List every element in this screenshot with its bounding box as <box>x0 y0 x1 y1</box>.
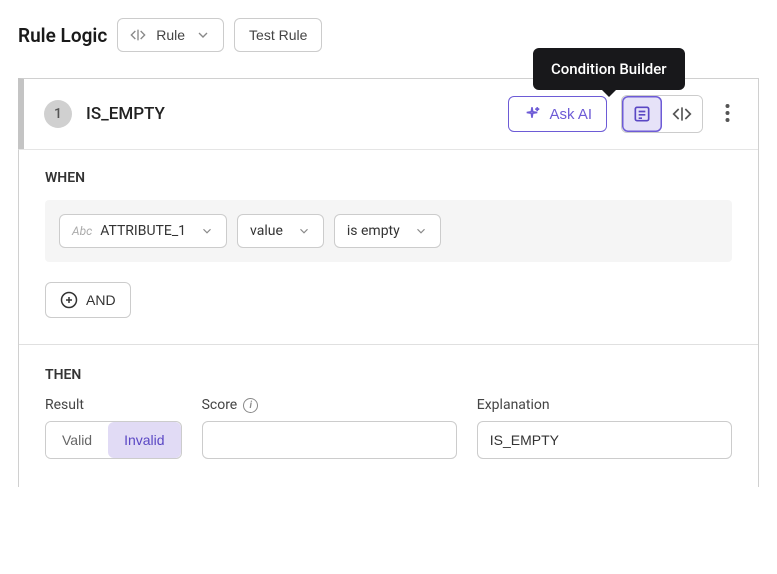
score-label-wrap: Score i <box>202 397 457 413</box>
chevron-down-icon <box>297 224 311 238</box>
rule-logic-label: Rule Logic <box>18 24 107 47</box>
attribute-value: ATTRIBUTE_1 <box>100 223 186 239</box>
value-type-label: value <box>250 223 283 239</box>
then-label: THEN <box>45 367 732 383</box>
rule-card: 1 IS_EMPTY Ask AI WHEN Ab <box>18 78 759 487</box>
result-label: Result <box>45 397 182 413</box>
condition-builder-button[interactable] <box>622 96 662 132</box>
builder-icon <box>632 104 652 124</box>
abc-type-icon: Abc <box>72 224 92 238</box>
explanation-label: Explanation <box>477 397 732 413</box>
test-rule-button[interactable]: Test Rule <box>234 18 322 52</box>
ask-ai-button[interactable]: Ask AI <box>508 96 607 132</box>
divider <box>19 344 758 345</box>
when-label: WHEN <box>45 170 732 186</box>
condition-builder-tooltip: Condition Builder <box>533 48 685 90</box>
chevron-down-icon <box>195 27 211 43</box>
rule-number-badge: 1 <box>44 100 72 128</box>
value-type-select[interactable]: value <box>237 214 324 248</box>
when-conditions: Abc ATTRIBUTE_1 value is empty <box>45 200 732 262</box>
ask-ai-label: Ask AI <box>549 106 592 123</box>
sparkle-icon <box>523 105 541 123</box>
and-label: AND <box>86 292 116 308</box>
operator-select[interactable]: is empty <box>334 214 441 248</box>
rule-menu-button[interactable] <box>717 100 738 129</box>
rule-dropdown[interactable]: Rule <box>117 18 224 52</box>
score-input[interactable] <box>202 421 457 459</box>
attribute-select[interactable]: Abc ATTRIBUTE_1 <box>59 214 227 248</box>
info-icon[interactable]: i <box>243 398 258 413</box>
score-label: Score <box>202 397 238 413</box>
code-icon <box>130 27 146 43</box>
add-and-button[interactable]: AND <box>45 282 131 318</box>
valid-option[interactable]: Valid <box>46 422 108 458</box>
chevron-down-icon <box>414 224 428 238</box>
result-toggle: Valid Invalid <box>45 421 182 459</box>
explanation-input[interactable] <box>477 421 732 459</box>
operator-label: is empty <box>347 223 400 239</box>
kebab-menu-icon <box>725 104 730 122</box>
rule-dropdown-label: Rule <box>156 27 185 43</box>
chevron-down-icon <box>200 224 214 238</box>
plus-circle-icon <box>60 291 78 309</box>
rule-name: IS_EMPTY <box>86 104 494 124</box>
code-view-button[interactable] <box>662 96 702 132</box>
code-icon <box>672 104 692 124</box>
invalid-option[interactable]: Invalid <box>108 422 180 458</box>
